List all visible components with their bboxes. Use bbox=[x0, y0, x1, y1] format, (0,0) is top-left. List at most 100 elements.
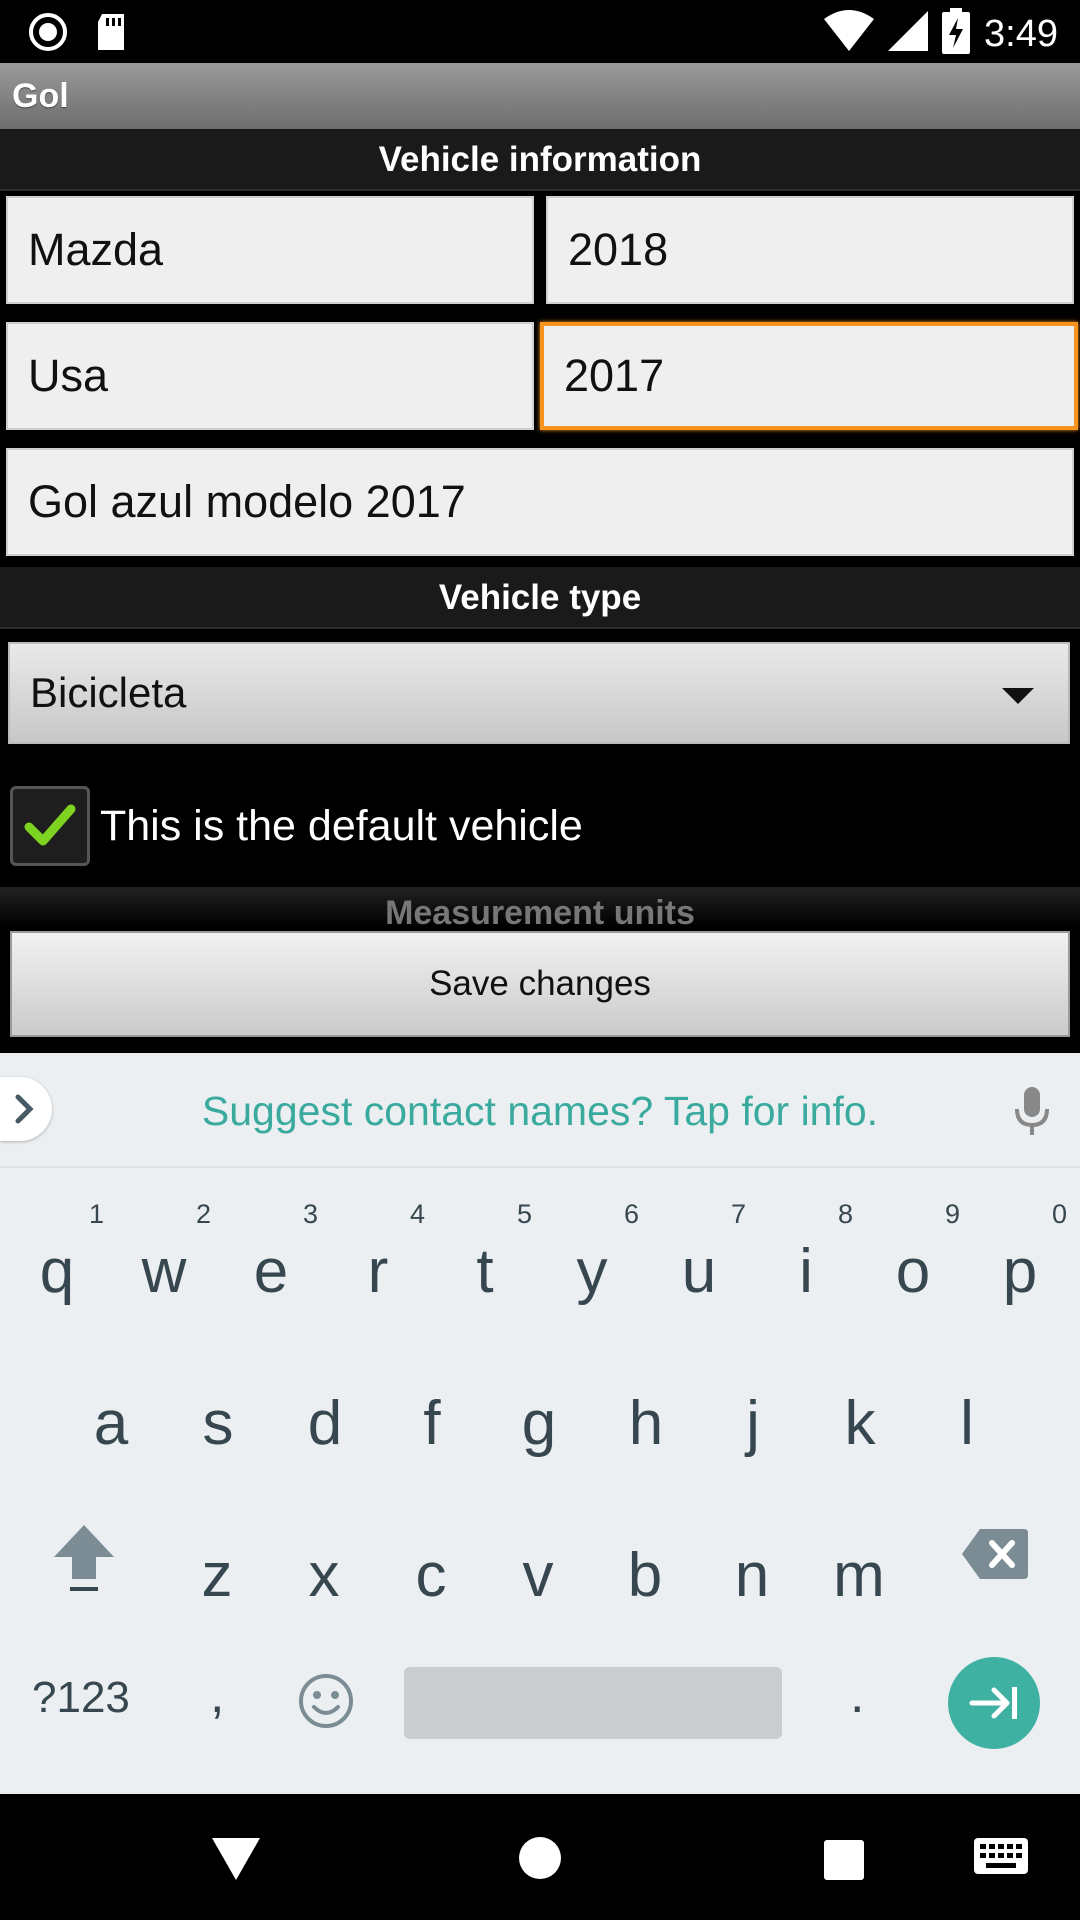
save-changes-button[interactable]: Save changes bbox=[10, 931, 1070, 1037]
key-hint: 4 bbox=[409, 1199, 425, 1229]
key-z[interactable]: z bbox=[164, 1487, 270, 1637]
key-n[interactable]: n bbox=[699, 1487, 805, 1637]
status-time: 3:49 bbox=[984, 12, 1058, 55]
app-title: Gol bbox=[0, 63, 1080, 129]
key-label: s bbox=[202, 1389, 234, 1458]
dropdown-arrow-icon bbox=[1002, 688, 1034, 704]
key-o[interactable]: 9o bbox=[860, 1183, 966, 1333]
key-p[interactable]: 0p bbox=[967, 1183, 1073, 1333]
key-label: n bbox=[734, 1541, 770, 1610]
key-label: w bbox=[141, 1237, 187, 1306]
key-e[interactable]: 3e bbox=[218, 1183, 324, 1333]
year-field[interactable]: 2018 bbox=[546, 196, 1074, 304]
key-a[interactable]: a bbox=[58, 1335, 164, 1485]
key-hint: 7 bbox=[730, 1199, 746, 1229]
key-label: m bbox=[833, 1541, 885, 1610]
key-label: f bbox=[423, 1389, 441, 1458]
key-label: l bbox=[960, 1389, 974, 1458]
key-label: y bbox=[576, 1237, 608, 1306]
description-field[interactable]: Gol azul modelo 2017 bbox=[6, 448, 1074, 556]
space-bar[interactable] bbox=[404, 1667, 782, 1739]
key-j[interactable]: j bbox=[700, 1335, 806, 1485]
key-label: i bbox=[799, 1237, 813, 1306]
vehicle-information-header: Vehicle information bbox=[0, 129, 1080, 191]
vehicle-type-dropdown[interactable]: Bicicleta bbox=[8, 642, 1070, 744]
checkmark-icon bbox=[24, 804, 76, 846]
status-bar: 3:49 bbox=[0, 0, 1080, 63]
model-year-field[interactable]: 2017 bbox=[540, 322, 1078, 430]
key-d[interactable]: d bbox=[272, 1335, 378, 1485]
key-c[interactable]: c bbox=[378, 1487, 484, 1637]
key-hint: 1 bbox=[88, 1199, 104, 1229]
key-i[interactable]: 8i bbox=[753, 1183, 859, 1333]
emoji-icon bbox=[299, 1674, 353, 1728]
record-icon bbox=[28, 12, 68, 57]
default-vehicle-checkbox[interactable] bbox=[10, 786, 90, 866]
key-label: a bbox=[93, 1389, 129, 1458]
microphone-icon[interactable] bbox=[1014, 1087, 1050, 1142]
period-key[interactable]: . bbox=[850, 1665, 864, 1725]
brand-field[interactable]: Mazda bbox=[6, 196, 534, 304]
key-w[interactable]: 2w bbox=[111, 1183, 217, 1333]
shift-key[interactable] bbox=[52, 1523, 116, 1600]
key-label: u bbox=[681, 1237, 717, 1306]
key-label: t bbox=[476, 1237, 494, 1306]
key-r[interactable]: 4r bbox=[325, 1183, 431, 1333]
key-m[interactable]: m bbox=[806, 1487, 912, 1637]
sd-card-icon bbox=[94, 12, 128, 57]
key-label: z bbox=[201, 1541, 233, 1610]
home-icon[interactable] bbox=[518, 1836, 562, 1885]
key-label: x bbox=[308, 1541, 340, 1610]
contact-suggestion-prompt[interactable]: Suggest contact names? Tap for info. bbox=[0, 1083, 1080, 1139]
signal-icon bbox=[888, 9, 929, 58]
soft-keyboard: Suggest contact names? Tap for info. 1q2… bbox=[0, 1053, 1080, 1794]
country-field[interactable]: Usa bbox=[6, 322, 534, 430]
keyboard-switch-icon[interactable] bbox=[974, 1838, 1028, 1883]
vehicle-type-header: Vehicle type bbox=[0, 567, 1080, 629]
key-label: j bbox=[746, 1389, 760, 1458]
shift-icon bbox=[54, 1525, 114, 1591]
key-v[interactable]: v bbox=[485, 1487, 591, 1637]
back-icon[interactable] bbox=[212, 1838, 260, 1885]
key-y[interactable]: 6y bbox=[539, 1183, 645, 1333]
key-hint: 2 bbox=[195, 1199, 211, 1229]
key-label: k bbox=[844, 1389, 876, 1458]
suggestion-strip: Suggest contact names? Tap for info. bbox=[0, 1053, 1080, 1168]
next-key[interactable] bbox=[948, 1657, 1040, 1749]
key-label: r bbox=[367, 1237, 389, 1306]
key-label: d bbox=[307, 1389, 343, 1458]
recents-icon[interactable] bbox=[824, 1840, 864, 1885]
key-b[interactable]: b bbox=[592, 1487, 698, 1637]
key-label: g bbox=[521, 1389, 557, 1458]
key-hint: 9 bbox=[944, 1199, 960, 1229]
emoji-key[interactable] bbox=[298, 1673, 354, 1734]
key-h[interactable]: h bbox=[593, 1335, 699, 1485]
default-vehicle-label: This is the default vehicle bbox=[100, 802, 583, 850]
comma-key[interactable]: , bbox=[210, 1665, 224, 1725]
key-hint: 3 bbox=[302, 1199, 318, 1229]
key-u[interactable]: 7u bbox=[646, 1183, 752, 1333]
backspace-key[interactable] bbox=[962, 1529, 1028, 1584]
key-label: o bbox=[895, 1237, 931, 1306]
key-label: b bbox=[627, 1541, 663, 1610]
key-hint: 0 bbox=[1051, 1199, 1067, 1229]
navigation-bar bbox=[0, 1794, 1080, 1920]
battery-charging-icon bbox=[942, 8, 971, 59]
backspace-icon bbox=[962, 1529, 1028, 1579]
tab-next-icon bbox=[969, 1687, 1017, 1719]
symbols-key[interactable]: ?123 bbox=[32, 1673, 130, 1723]
key-q[interactable]: 1q bbox=[4, 1183, 110, 1333]
key-hint: 5 bbox=[516, 1199, 532, 1229]
key-l[interactable]: l bbox=[914, 1335, 1020, 1485]
key-f[interactable]: f bbox=[379, 1335, 485, 1485]
key-k[interactable]: k bbox=[807, 1335, 913, 1485]
key-label: v bbox=[522, 1541, 554, 1610]
key-t[interactable]: 5t bbox=[432, 1183, 538, 1333]
vehicle-type-selected: Bicicleta bbox=[30, 669, 187, 716]
key-label: p bbox=[1002, 1237, 1038, 1306]
key-label: q bbox=[39, 1237, 75, 1306]
key-g[interactable]: g bbox=[486, 1335, 592, 1485]
key-hint: 6 bbox=[623, 1199, 639, 1229]
key-s[interactable]: s bbox=[165, 1335, 271, 1485]
key-x[interactable]: x bbox=[271, 1487, 377, 1637]
